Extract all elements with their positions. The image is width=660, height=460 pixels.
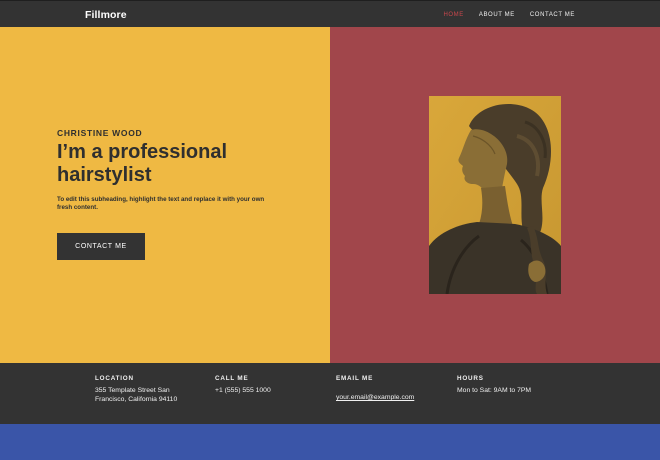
- portrait-photo: [429, 96, 561, 294]
- footer-email: EMAIL ME your.email@example.com: [336, 375, 414, 404]
- hero-subheading: To edit this subheading, highlight the t…: [57, 196, 265, 212]
- site-logo[interactable]: Fillmore: [85, 9, 127, 21]
- footer-call-heading: CALL ME: [215, 375, 249, 382]
- main-nav: HOME ABOUT ME CONTACT ME: [443, 1, 575, 28]
- footer-call: CALL ME +1 (555) 555 1000: [215, 375, 271, 395]
- footer-location: LOCATION 355 Template Street San Francis…: [95, 375, 205, 404]
- footer-hours-heading: HOURS: [457, 375, 484, 382]
- footer-email-link[interactable]: your.email@example.com: [336, 394, 414, 401]
- bottom-color-band: [0, 424, 660, 460]
- site-footer: LOCATION 355 Template Street San Francis…: [0, 363, 660, 424]
- nav-home-link[interactable]: HOME: [443, 12, 463, 18]
- hero-left-panel: [0, 27, 330, 363]
- footer-hours-value: Mon to Sat: 9AM to 7PM: [457, 387, 532, 394]
- footer-location-heading: LOCATION: [95, 375, 134, 382]
- footer-phone: +1 (555) 555 1000: [215, 387, 271, 394]
- contact-me-button[interactable]: CONTACT ME: [57, 233, 145, 260]
- footer-hours: HOURS Mon to Sat: 9AM to 7PM: [457, 375, 531, 395]
- footer-email-heading: EMAIL ME: [336, 375, 374, 382]
- hero-headline: I’m a professional hairstylist: [57, 141, 228, 186]
- nav-contact-link[interactable]: CONTACT ME: [530, 12, 575, 18]
- footer-location-line1: 355 Template Street San: [95, 387, 170, 394]
- top-navigation-bar: Fillmore HOME ABOUT ME CONTACT ME: [0, 0, 660, 27]
- hero-eyebrow-name: CHRISTINE WOOD: [57, 128, 143, 138]
- nav-about-link[interactable]: ABOUT ME: [479, 12, 515, 18]
- footer-location-line2: Francisco, California 94110: [95, 396, 178, 403]
